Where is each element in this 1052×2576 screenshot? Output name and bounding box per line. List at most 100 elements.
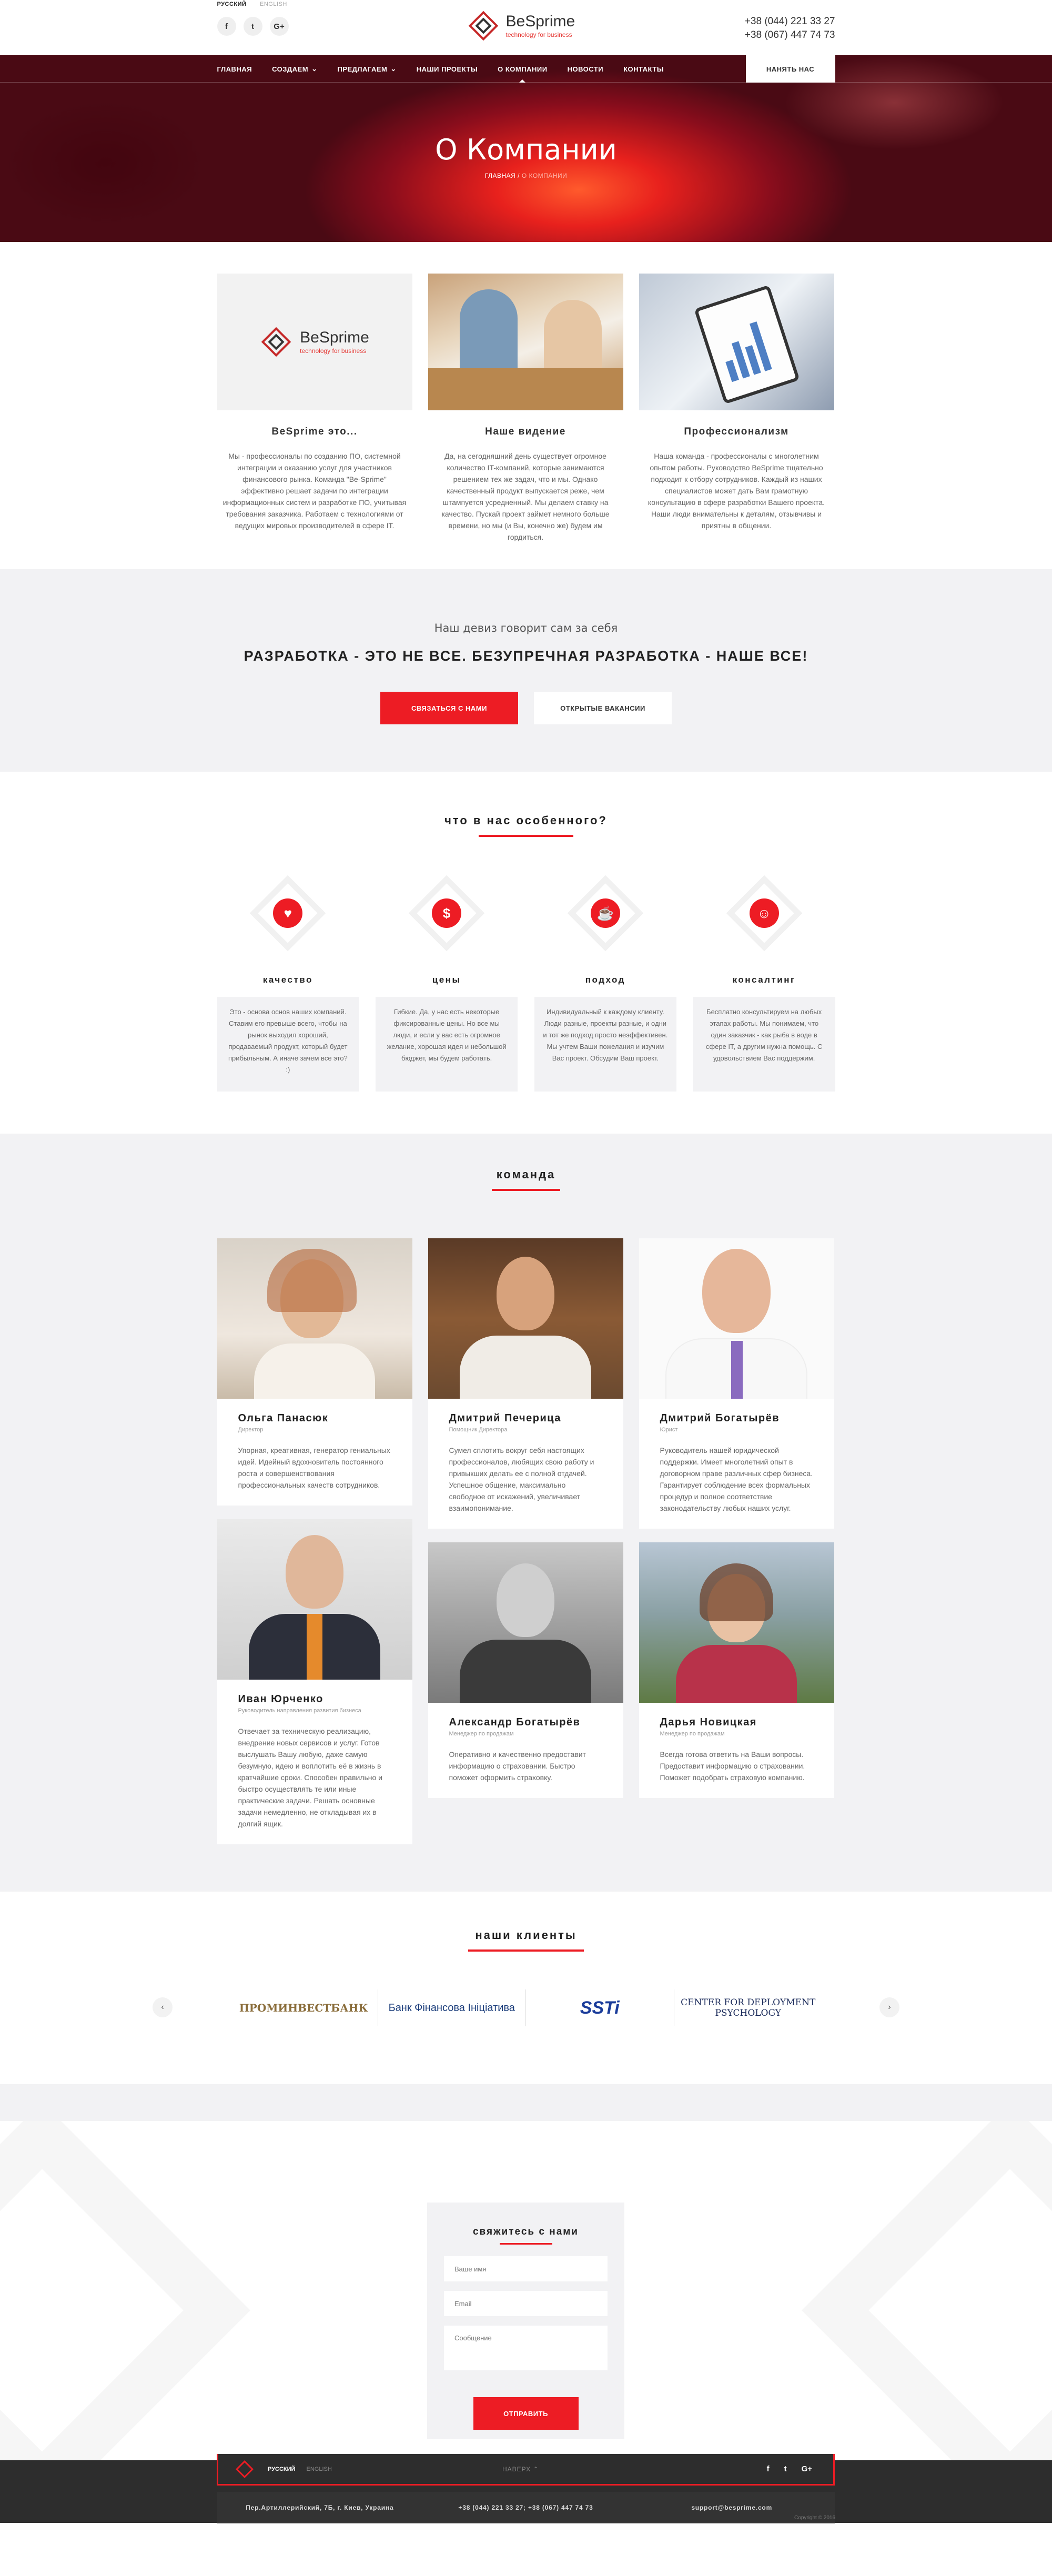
- team-card: Дмитрий Печерица Помощник Директора Суме…: [428, 1238, 623, 1529]
- team-photo: [217, 1519, 412, 1680]
- social-links: f t G+: [217, 17, 289, 36]
- google-plus-icon[interactable]: G+: [802, 2464, 812, 2473]
- about-column: Профессионализм Наша команда - профессио…: [639, 274, 834, 543]
- name-field[interactable]: [444, 2256, 608, 2281]
- phone-2[interactable]: +38 (067) 447 74 73: [745, 28, 835, 42]
- feature-title: цены: [432, 975, 461, 985]
- about-text: Да, на сегодняшний день существует огром…: [441, 452, 610, 541]
- footer-email[interactable]: support@besprime.com: [629, 2504, 835, 2511]
- logo-image: BeSprime technology for business: [217, 274, 412, 410]
- chevron-down-icon: ⌄: [390, 65, 397, 73]
- team-photo: [639, 1542, 834, 1703]
- email-field[interactable]: [444, 2291, 608, 2316]
- footer-logo-icon[interactable]: [234, 2459, 255, 2480]
- lang-russian[interactable]: РУССКИЙ: [268, 2466, 295, 2472]
- about-title: BeSprime это...: [271, 426, 358, 437]
- team-photo: [639, 1238, 834, 1399]
- nav-projects[interactable]: НАШИ ПРОЕКТЫ: [417, 55, 478, 83]
- client-logo[interactable]: SSTi: [526, 1989, 674, 2026]
- features-section: что в нас особенного? ♥ качество Это - о…: [0, 772, 1052, 1134]
- clients-carousel: ‹ ПРОМИНВЕСТБАНК Банк Фінансова Ініціати…: [153, 1989, 899, 2026]
- team-photo: [428, 1542, 623, 1703]
- team-card: Дмитрий Богатырёв Юрист Руководитель наш…: [639, 1238, 834, 1529]
- heart-hand-icon: ♥: [273, 898, 303, 928]
- carousel-next-icon[interactable]: ›: [879, 1997, 899, 2017]
- nav-contacts[interactable]: КОНТАКТЫ: [623, 55, 664, 83]
- carousel-prev-icon[interactable]: ‹: [153, 1997, 173, 2017]
- site-logo[interactable]: BeSprime technology for business: [467, 9, 575, 42]
- about-section: BeSprime technology for business BeSprim…: [0, 242, 1052, 569]
- breadcrumb-current: О КОМПАНИИ: [521, 172, 568, 179]
- section-title: что в нас особенного?: [444, 814, 608, 827]
- message-field[interactable]: [444, 2326, 608, 2370]
- feature-text: Гибкие. Да, у нас есть некоторые фиксиро…: [376, 997, 518, 1092]
- contact-form: свяжитесь с нами ОТПРАВИТЬ: [427, 2203, 624, 2439]
- member-bio: Отвечает за техническую реализацию, внед…: [238, 1727, 383, 1828]
- nav-about[interactable]: О КОМПАНИИ: [498, 55, 547, 83]
- team-section: команда Ольга Панасюк Директор Упорная, …: [0, 1134, 1052, 1892]
- phone-1[interactable]: +38 (044) 221 33 27: [745, 15, 835, 28]
- google-plus-icon[interactable]: G+: [269, 17, 289, 36]
- scroll-top-button[interactable]: НАВЕРХ ⌃: [502, 2466, 539, 2473]
- client-logo[interactable]: Банк Фінансова Ініціатива: [378, 1989, 526, 2026]
- member-bio: Всегда готова ответить на Ваши вопросы. …: [660, 1750, 805, 1782]
- footer-bar: РУССКИЙ ENGLISH НАВЕРХ ⌃ f t G+: [217, 2454, 835, 2486]
- facebook-icon[interactable]: f: [217, 17, 236, 36]
- footer-phones[interactable]: +38 (044) 221 33 27; +38 (067) 447 74 73: [423, 2504, 629, 2511]
- meeting-photo: [428, 274, 623, 410]
- member-bio: Сумел сплотить вокруг себя настоящих про…: [449, 1446, 594, 1512]
- member-name: Дарья Новицкая: [660, 1716, 757, 1728]
- section-title: наши клиенты: [475, 1928, 577, 1942]
- logo-diamond-icon: [467, 9, 500, 42]
- member-name: Дмитрий Печерица: [449, 1412, 561, 1424]
- twitter-icon[interactable]: t: [784, 2464, 787, 2473]
- member-bio: Руководитель нашей юридической поддержки…: [660, 1446, 813, 1512]
- footer-info: Пер.Артиллерийский, 7Б, г. Киев, Украина…: [217, 2492, 835, 2523]
- contact-us-button[interactable]: СВЯЗАТЬСЯ С НАМИ: [380, 692, 518, 724]
- motto-section: Наш девиз говорит сам за себя РАЗРАБОТКА…: [0, 569, 1052, 772]
- lang-english[interactable]: ENGLISH: [260, 1, 287, 7]
- nav-create[interactable]: СОЗДАЕМ ⌄: [272, 55, 317, 83]
- top-bar: РУССКИЙ ENGLISH f t G+ BeSprime technolo…: [0, 0, 1052, 55]
- member-role: Руководитель направления развития бизнес…: [238, 1708, 361, 1714]
- lang-russian[interactable]: РУССКИЙ: [217, 1, 247, 7]
- about-column: Наше видение Да, на сегодняшний день сущ…: [428, 274, 623, 543]
- member-name: Ольга Панасюк: [238, 1412, 329, 1424]
- about-text: Мы - профессионалы по созданию ПО, систе…: [222, 452, 407, 530]
- feature-item: ☺ консалтинг Бесплатно консультируем на …: [693, 874, 835, 1092]
- hire-us-button[interactable]: НАНЯТЬ НАС: [745, 55, 835, 83]
- motto-main: РАЗРАБОТКА - ЭТО НЕ ВСЕ. БЕЗУПРЕЧНАЯ РАЗ…: [244, 648, 808, 664]
- feature-title: консалтинг: [732, 975, 796, 985]
- client-logo[interactable]: CENTER FOR DEPLOYMENT PSYCHOLOGY: [674, 1989, 823, 2026]
- breadcrumb-home[interactable]: ГЛАВНАЯ: [485, 172, 516, 179]
- about-column: BeSprime technology for business BeSprim…: [217, 274, 412, 543]
- nav-news[interactable]: НОВОСТИ: [568, 55, 604, 83]
- motto-subtitle: Наш девиз говорит сам за себя: [434, 622, 618, 634]
- team-card: Иван Юрченко Руководитель направления ра…: [217, 1519, 412, 1844]
- open-vacancies-button[interactable]: ОТКРЫТЫЕ ВАКАНСИИ: [534, 692, 672, 724]
- feature-item: ♥ качество Это - основа основ наших комп…: [217, 874, 359, 1092]
- price-tag-icon: $: [432, 898, 462, 928]
- twitter-icon[interactable]: t: [243, 17, 262, 36]
- member-bio: Упорная, креативная, генератор гениальны…: [238, 1446, 390, 1489]
- facebook-icon[interactable]: f: [767, 2464, 770, 2473]
- language-switcher: РУССКИЙ ENGLISH: [217, 1, 299, 7]
- title-underline: [468, 1949, 584, 1952]
- footer-address: Пер.Артиллерийский, 7Б, г. Киев, Украина: [246, 2504, 394, 2511]
- lang-english[interactable]: ENGLISH: [307, 2466, 332, 2472]
- member-role: Юрист: [660, 1427, 678, 1433]
- logo-tagline: technology for business: [505, 31, 572, 38]
- hero-banner: ГЛАВНАЯ СОЗДАЕМ ⌄ ПРЕДЛАГАЕМ ⌄ НАШИ ПРОЕКТ…: [0, 55, 1052, 242]
- nav-offer[interactable]: ПРЕДЛАГАЕМ ⌄: [337, 55, 396, 83]
- nav-home[interactable]: ГЛАВНАЯ: [217, 55, 252, 83]
- coffee-cup-icon: ☕: [590, 898, 620, 928]
- client-logo[interactable]: ПРОМИНВЕСТБАНК: [230, 1989, 378, 2026]
- copyright: Copyright © 2016: [794, 2515, 835, 2521]
- send-button[interactable]: ОТПРАВИТЬ: [473, 2397, 579, 2430]
- consultant-icon: ☺: [749, 898, 779, 928]
- form-title: свяжитесь с нами: [472, 2226, 579, 2237]
- member-role: Менеджер по продажам: [449, 1731, 514, 1737]
- member-role: Помощник Директора: [449, 1427, 508, 1433]
- member-bio: Оперативно и качественно предоставит инф…: [449, 1750, 586, 1782]
- about-title: Наше видение: [485, 426, 566, 437]
